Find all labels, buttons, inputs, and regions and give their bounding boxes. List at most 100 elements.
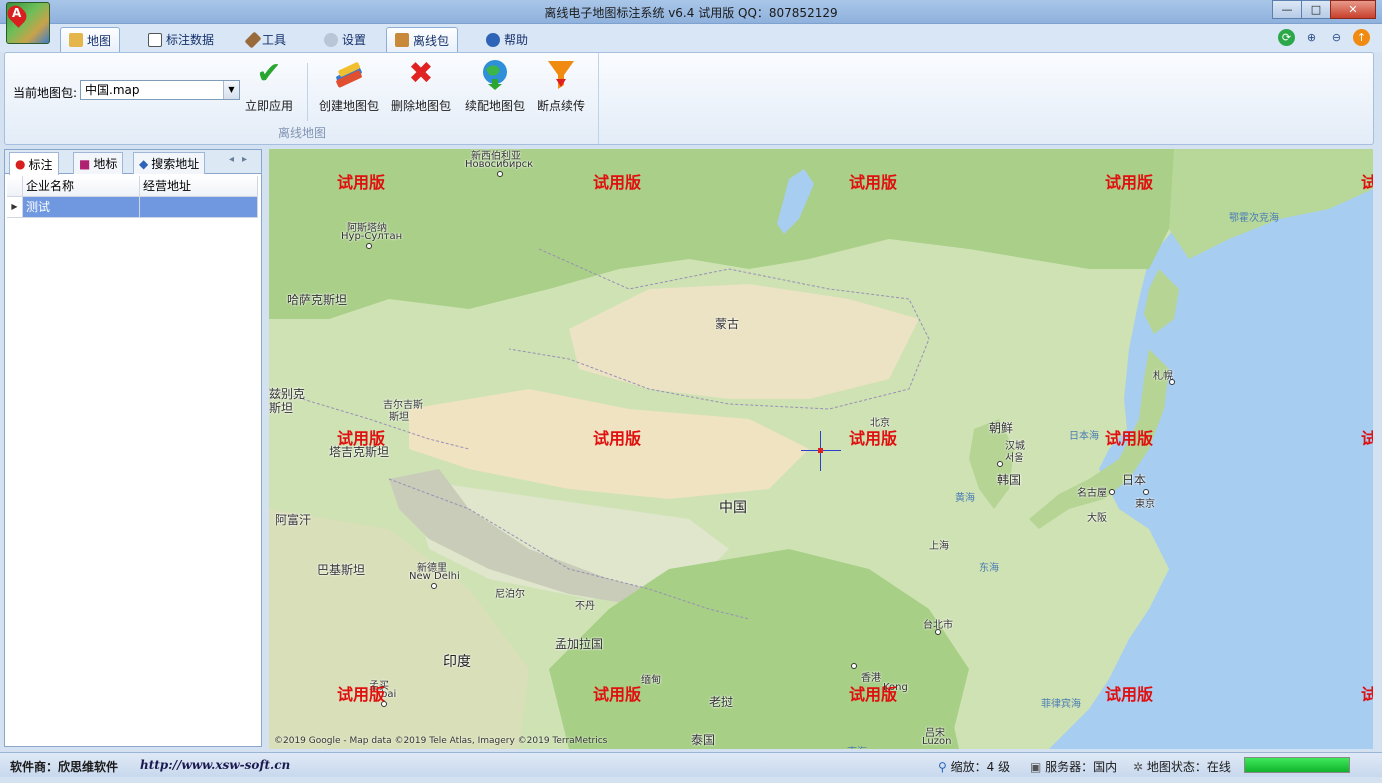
map-label: 中国 <box>719 500 747 516</box>
funnel-download-icon <box>544 57 578 91</box>
website-link[interactable]: http://www.xsw-soft.cn <box>140 758 290 772</box>
checkmark-icon: ✔ <box>256 56 282 91</box>
trial-watermark: 试用版 <box>593 429 642 448</box>
window-controls: — □ ✕ <box>1272 0 1376 19</box>
tab-landmarks[interactable]: ■ 地标 <box>73 152 124 174</box>
city-marker <box>1143 489 1149 495</box>
map-label: 尼泊尔 <box>495 589 525 600</box>
map-label: 印度 <box>443 654 471 670</box>
trial-watermark: 试用版 <box>337 429 386 448</box>
zoom-out-icon[interactable]: ⊖ <box>1328 29 1345 46</box>
breakpoint-resume-button[interactable]: 断点续传 <box>537 57 585 114</box>
current-map-select[interactable]: 中国.map ▼ <box>80 80 240 100</box>
tab-label: 搜索地址 <box>151 157 200 171</box>
create-package-button[interactable]: 创建地图包 <box>319 57 379 114</box>
tab-label: 地图 <box>87 33 112 48</box>
trial-watermark: 试用版 <box>1105 173 1154 192</box>
trial-watermark: 试用版 <box>337 173 386 192</box>
close-button[interactable]: ✕ <box>1330 0 1376 19</box>
trial-watermark: 试用版 <box>337 685 386 704</box>
tab-scroll-arrows[interactable]: ◂▸ <box>229 154 255 165</box>
map-label: 서울 <box>1005 453 1024 464</box>
tab-label: 帮助 <box>504 33 529 47</box>
tab-label: 工具 <box>262 33 287 47</box>
chevron-down-icon: ▼ <box>223 81 239 99</box>
trial-watermark: 试用版 <box>1105 685 1154 704</box>
cell-address[interactable] <box>140 197 258 218</box>
tab-label: 标注 <box>28 157 53 172</box>
city-marker <box>1109 489 1115 495</box>
map-label: 斯坦 <box>269 401 294 415</box>
refresh-icon[interactable]: ⟳ <box>1278 29 1295 46</box>
cell-company[interactable]: 测试 <box>23 197 140 218</box>
map-label: 南海 <box>847 743 867 749</box>
tab-label: 地标 <box>93 157 118 171</box>
create-package-label: 创建地图包 <box>319 99 380 113</box>
table-row[interactable]: ▶ 测试 <box>7 197 259 218</box>
map-view[interactable]: 新西伯利亚 Новосибирск 阿斯塔纳 Нур-Султан 鄂霍次克海 … <box>269 149 1373 749</box>
map-label: New Delhi <box>409 571 460 582</box>
tab-label: 离线包 <box>413 33 450 48</box>
annotation-panel: ● 标注 ■ 地标 ◆ 搜索地址 ◂▸ 企业名称 经营地址 ▶ 测试 <box>4 149 262 747</box>
book-icon: ■ <box>79 156 91 171</box>
map-label: 阿富汗 <box>275 513 312 527</box>
map-label: 斯坦 <box>389 412 409 423</box>
panel-tabs: ● 标注 ■ 地标 ◆ 搜索地址 ◂▸ <box>5 150 261 175</box>
maximize-button[interactable]: □ <box>1301 0 1331 19</box>
map-label: Luzon <box>922 736 952 747</box>
map-label: 黄海 <box>955 493 975 504</box>
delete-package-button[interactable]: ✖ 删除地图包 <box>391 57 451 114</box>
ribbon-tabs: 地图 标注数据 工具 设置 离线包 帮助 ⟳ ⊕ ⊖ ↑ <box>0 24 1382 52</box>
update-icon[interactable]: ↑ <box>1353 29 1370 46</box>
resume-package-label: 续配地图包 <box>465 99 526 113</box>
resume-package-button[interactable]: 续配地图包 <box>465 57 525 114</box>
tab-annotation-data[interactable]: 标注数据 <box>140 27 222 52</box>
row-pointer-icon: ▶ <box>7 197 23 218</box>
column-header-address[interactable]: 经营地址 <box>140 176 258 197</box>
group-label: 离线地图 <box>277 126 326 140</box>
map-label: 蒙古 <box>715 317 740 331</box>
map-label: 朝鲜 <box>989 421 1014 435</box>
map-label: 日本海 <box>1069 431 1099 442</box>
help-icon <box>486 32 500 47</box>
city-marker <box>497 171 503 177</box>
map-toolbar: ⟳ ⊕ ⊖ ↑ <box>1278 29 1370 46</box>
minimize-button[interactable]: — <box>1272 0 1302 19</box>
tab-map[interactable]: 地图 <box>60 27 121 52</box>
trial-watermark: 试用版 <box>849 685 898 704</box>
apply-button[interactable]: ✔ 立即应用 <box>245 57 293 114</box>
status-bar: 软件商：欣思维软件 http://www.xsw-soft.cn ⚲ 缩放：4 … <box>0 752 1382 777</box>
annotation-table: 企业名称 经营地址 ▶ 测试 <box>7 176 259 218</box>
magnifier-icon: ⚲ <box>938 760 947 774</box>
delete-package-label: 删除地图包 <box>391 99 452 113</box>
speech-bubble-icon: ◆ <box>139 156 149 171</box>
map-label: 名古屋 <box>1077 488 1107 499</box>
tab-settings[interactable]: 设置 <box>316 27 374 52</box>
trial-watermark: 试用版 <box>593 173 642 192</box>
current-map-label: 当前地图包: <box>13 86 78 100</box>
delete-icon: ✖ <box>408 56 434 91</box>
server-text: 服务器：国内 <box>1045 760 1118 774</box>
tab-markers[interactable]: ● 标注 <box>9 152 59 175</box>
row-header-cell <box>7 176 23 197</box>
tab-tools[interactable]: 工具 <box>240 27 294 52</box>
breakpoint-resume-label: 断点续传 <box>537 99 586 113</box>
package-icon <box>395 33 409 47</box>
city-marker <box>1169 379 1175 385</box>
map-label: 东海 <box>979 563 999 574</box>
tab-offline-package[interactable]: 离线包 <box>386 27 459 52</box>
column-header-company[interactable]: 企业名称 <box>23 176 140 197</box>
app-logo-icon[interactable]: A <box>4 2 50 44</box>
crosshair-center <box>818 448 823 453</box>
tab-search-address[interactable]: ◆ 搜索地址 <box>133 152 206 174</box>
zoom-in-icon[interactable]: ⊕ <box>1303 29 1320 46</box>
separator <box>307 63 308 121</box>
trial-watermark: 试用版 <box>1361 429 1373 448</box>
trial-watermark: 试用版 <box>849 429 898 448</box>
map-label: 日本 <box>1122 473 1147 487</box>
vendor-text: 软件商：欣思维软件 <box>10 760 119 774</box>
apply-label: 立即应用 <box>245 99 294 113</box>
tab-help[interactable]: 帮助 <box>478 27 536 52</box>
trial-watermark: 试用版 <box>849 173 898 192</box>
map-label: 缅甸 <box>641 675 661 686</box>
